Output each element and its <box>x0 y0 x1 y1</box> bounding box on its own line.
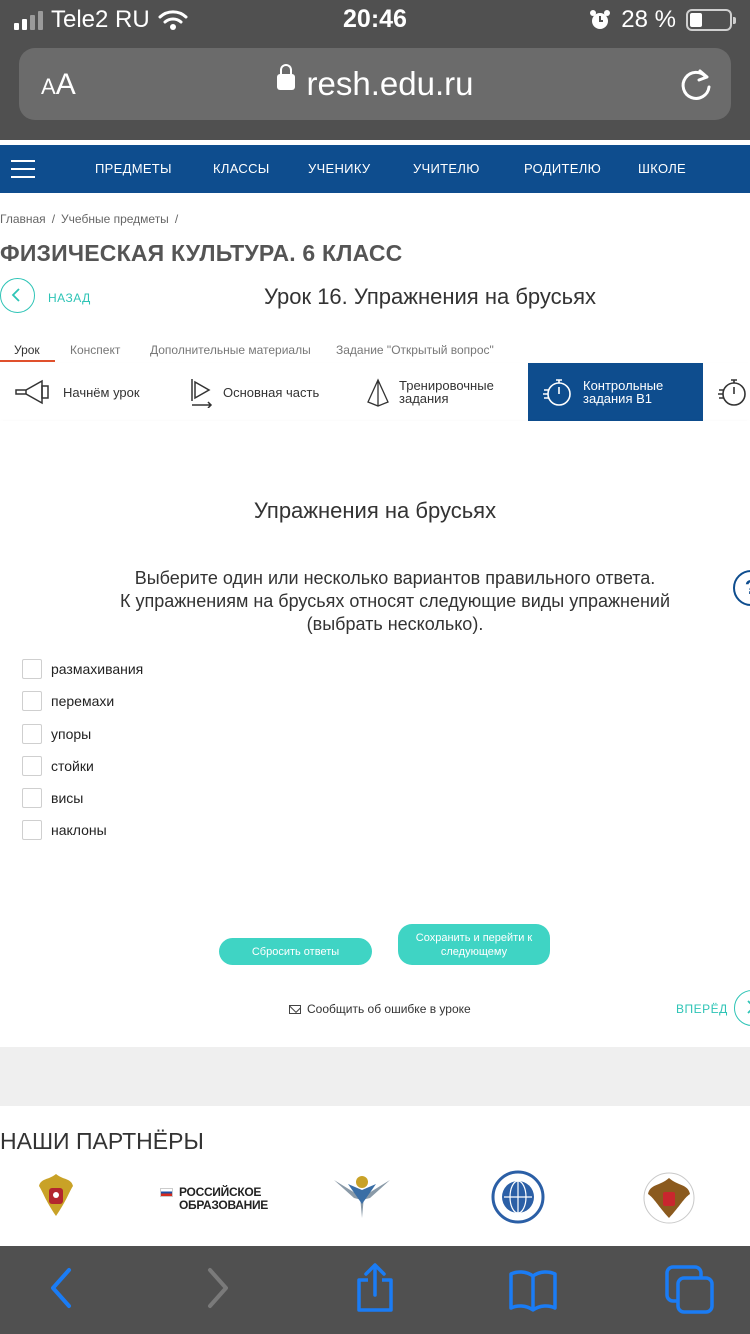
forward-button[interactable] <box>734 990 750 1026</box>
bookmarks-icon[interactable] <box>508 1268 558 1312</box>
geographic-society-logo[interactable] <box>490 1170 546 1224</box>
breadcrumb-separator: / <box>51 212 56 226</box>
tab-summary[interactable]: Конспект <box>70 343 120 357</box>
envelope-icon <box>289 1004 301 1014</box>
breadcrumb: Главная / Учебные предметы / <box>0 212 184 226</box>
nav-item-parent[interactable]: РОДИТЕЛЮ <box>524 161 601 176</box>
address-bar[interactable]: AA resh.edu.ru <box>19 48 731 120</box>
breadcrumb-separator: / <box>174 212 179 226</box>
lesson-steps: Начнём урок Основная часть Тренировочные… <box>0 363 750 421</box>
option-checkbox[interactable] <box>22 691 42 711</box>
megaphone-icon <box>15 379 49 405</box>
option-checkbox[interactable] <box>22 788 42 808</box>
russian-flag-icon <box>160 1188 173 1197</box>
option-item[interactable]: висы <box>22 788 83 808</box>
option-checkbox[interactable] <box>22 659 42 679</box>
site-nav: ПРЕДМЕТЫ КЛАССЫ УЧЕНИКУ УЧИТЕЛЮ РОДИТЕЛЮ… <box>0 145 750 193</box>
option-item[interactable]: размахивания <box>22 659 143 679</box>
reset-answers-button[interactable]: Сбросить ответы <box>219 938 372 965</box>
option-label: висы <box>51 790 84 806</box>
chevron-right-icon <box>747 1000 750 1014</box>
historical-society-logo[interactable] <box>642 1172 696 1224</box>
status-right: 28 % <box>589 6 736 34</box>
step-start[interactable]: Начнём урок <box>0 363 175 421</box>
report-error-link[interactable]: Сообщить об ошибке в уроке <box>289 1002 471 1016</box>
menu-icon[interactable] <box>11 160 35 178</box>
step-main[interactable]: Основная часть <box>175 363 355 421</box>
url-display[interactable]: resh.edu.ru <box>19 64 731 103</box>
back-button[interactable] <box>0 278 35 313</box>
section-divider <box>0 1047 750 1106</box>
url-text: resh.edu.ru <box>306 65 474 102</box>
stopwatch-icon <box>718 379 746 406</box>
nav-item-school[interactable]: ШКОЛЕ <box>638 161 686 176</box>
tabs-icon[interactable] <box>664 1264 716 1316</box>
report-error-label: Сообщить об ошибке в уроке <box>307 1002 471 1016</box>
step-next-partial[interactable] <box>703 363 750 421</box>
breadcrumb-subjects[interactable]: Учебные предметы <box>61 212 169 226</box>
option-label: наклоны <box>51 822 107 838</box>
subject-title: ФИЗИЧЕСКАЯ КУЛЬТУРА. 6 КЛАСС <box>0 240 403 266</box>
lock-icon <box>276 64 295 91</box>
option-checkbox[interactable] <box>22 756 42 776</box>
partners-title: НАШИ ПАРТНЁРЫ <box>0 1128 204 1154</box>
option-item[interactable]: наклоны <box>22 820 107 840</box>
nav-item-teacher[interactable]: УЧИТЕЛЮ <box>413 161 480 176</box>
battery-icon <box>686 9 736 31</box>
pyramid-icon <box>367 378 389 407</box>
ministry-emblem-logo[interactable] <box>35 1170 77 1220</box>
active-tab-indicator <box>0 360 55 362</box>
forward-arrow-icon[interactable] <box>202 1266 234 1310</box>
status-bar: Tele2 RU 20:46 28 % <box>0 0 750 40</box>
forward-label[interactable]: ВПЕРЁД <box>676 1002 728 1016</box>
option-checkbox[interactable] <box>22 724 42 744</box>
option-label: стойки <box>51 758 94 774</box>
play-icon <box>191 379 213 408</box>
option-item[interactable]: перемахи <box>22 691 114 711</box>
battery-fill <box>690 13 702 27</box>
back-label[interactable]: НАЗАД <box>48 291 91 305</box>
rosobrnadzor-logo[interactable] <box>330 1170 394 1222</box>
breadcrumb-home[interactable]: Главная <box>0 212 46 226</box>
lesson-title: Урок 16. Упражнения на брусьях <box>264 284 597 309</box>
step-control-active[interactable]: Контрольные задания В1 <box>528 363 703 421</box>
reload-icon[interactable] <box>679 65 713 103</box>
tab-lesson[interactable]: Урок <box>14 343 40 357</box>
battery-percent: 28 % <box>621 6 676 33</box>
option-label: перемахи <box>51 693 115 709</box>
option-checkbox[interactable] <box>22 820 42 840</box>
back-arrow-icon[interactable] <box>45 1266 77 1310</box>
safari-toolbar <box>0 1246 750 1334</box>
tab-open-question[interactable]: Задание "Открытый вопрос" <box>336 343 494 357</box>
share-icon[interactable] <box>354 1262 396 1314</box>
alarm-icon <box>590 10 611 29</box>
stopwatch-icon <box>543 379 571 406</box>
option-item[interactable]: стойки <box>22 756 94 776</box>
nav-item-student[interactable]: УЧЕНИКУ <box>308 161 370 176</box>
browser-top-chrome: Tele2 RU 20:46 28 % AA resh.edu.ru <box>0 0 750 140</box>
save-next-button[interactable]: Сохранить и перейти к следующему <box>398 924 550 965</box>
task-instruction: Выберите один или несколько вариантов пр… <box>119 568 671 634</box>
nav-item-subjects[interactable]: ПРЕДМЕТЫ <box>95 161 172 176</box>
russian-education-logo[interactable]: РОССИЙСКОЕ ОБРАЗОВАНИЕ <box>160 1186 268 1212</box>
task-title: Упражнения на брусьях <box>253 498 497 523</box>
tab-extra-materials[interactable]: Дополнительные материалы <box>150 343 311 357</box>
lesson-tabs: Урок Конспект Дополнительные материалы З… <box>0 340 750 362</box>
option-item[interactable]: упоры <box>22 724 91 744</box>
nav-item-classes[interactable]: КЛАССЫ <box>213 161 270 176</box>
option-label: упоры <box>51 726 92 742</box>
chevron-left-icon <box>11 288 20 302</box>
option-label: размахивания <box>51 661 144 677</box>
step-training[interactable]: Тренировочные задания <box>355 363 528 421</box>
